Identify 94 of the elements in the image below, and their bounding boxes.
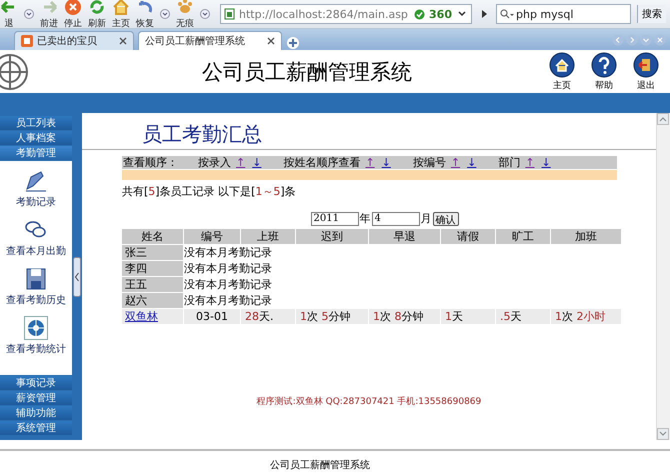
nav-button[interactable]: 停止 — [64, 0, 82, 30]
nav-button[interactable]: 刷新 — [88, 0, 106, 30]
browser-tab[interactable]: 已卖出的宝贝 — [14, 31, 134, 50]
refresh-icon — [88, 0, 106, 16]
sidebar-tool[interactable]: 查看考勤历史 — [6, 267, 66, 307]
header-action[interactable]: 帮助 — [586, 52, 622, 92]
sidebar-tool[interactable]: 考勤记录 — [16, 169, 56, 209]
close-icon[interactable] — [119, 37, 127, 45]
collapse-handle[interactable] — [73, 256, 81, 296]
column-header: 早退 — [369, 229, 440, 244]
pen-icon — [24, 169, 48, 193]
table-cell: 28天. — [241, 309, 295, 324]
year-field[interactable]: 2011 — [310, 212, 358, 226]
column-header: 编号 — [184, 229, 240, 244]
table-cell: 张三 — [122, 245, 183, 260]
new-tab-icon[interactable] — [286, 36, 300, 50]
sort-option-label: 按姓名顺序查看 — [283, 155, 360, 170]
sidebar-item[interactable]: 事项记录 — [0, 376, 72, 390]
table-cell: 赵六 — [122, 293, 183, 308]
confirm-button[interactable]: 确认 — [432, 212, 458, 226]
sidebar-item[interactable]: 人事档案 — [0, 131, 72, 145]
table-cell: 王五 — [122, 277, 183, 292]
record-count: 共有[5]条员工记录 以下是[1～5]条 — [122, 184, 297, 199]
month-field[interactable]: 4 — [372, 212, 420, 226]
brand-label: 360 — [429, 8, 452, 20]
sidebar-tool[interactable]: 查看考勤统计 — [6, 316, 66, 356]
shop-icon — [21, 35, 33, 47]
browser-tab[interactable]: 公司员工薪酬管理系统 — [138, 31, 282, 50]
sort-label: 查看顺序： — [123, 155, 178, 170]
stop-icon — [64, 0, 82, 16]
exit-door-icon — [633, 52, 659, 78]
sort-ascending-link[interactable]: ↑ — [363, 156, 377, 169]
home-icon — [112, 0, 130, 16]
nav-button[interactable]: 退 — [0, 0, 18, 30]
sort-option-label: 按编号 — [412, 155, 446, 170]
home-icon — [549, 52, 575, 78]
sort-descending-link[interactable]: ↓ — [250, 156, 264, 169]
month-label: 月 — [420, 211, 432, 226]
app-title: 公司员工薪酬管理系统 — [201, 58, 412, 86]
sort-ascending-link[interactable]: ↑ — [523, 156, 537, 169]
search-button[interactable]: 搜索 — [637, 5, 666, 23]
emblem-logo — [0, 52, 30, 92]
sidebar-item[interactable]: 考勤管理 — [0, 146, 72, 160]
scroll-down-icon[interactable] — [657, 428, 669, 440]
nav-button[interactable]: 无痕 — [176, 0, 194, 30]
sort-ascending-link[interactable]: ↑ — [448, 156, 462, 169]
nav-button[interactable]: 主页 — [112, 0, 130, 30]
sort-option-label: 按录入 — [198, 155, 231, 170]
table-cell-text: 没有本月考勤记录 — [184, 277, 273, 292]
sort-ascending-link[interactable]: ↑ — [234, 156, 248, 169]
footer-text: 公司员工薪酬管理系统 — [270, 458, 371, 472]
paw-icon — [176, 0, 194, 16]
header-action[interactable]: 主页 — [544, 52, 580, 92]
close-icon[interactable] — [267, 37, 275, 45]
table-cell-text: 没有本月考勤记录 — [184, 293, 273, 308]
scroll-up-icon[interactable] — [657, 113, 669, 125]
page-icon — [224, 8, 235, 20]
search-icon — [499, 8, 515, 20]
table-cell-text: 没有本月考勤记录 — [184, 245, 273, 260]
column-header: 上班 — [241, 229, 295, 244]
column-header: 旷工 — [496, 229, 550, 244]
sidebar-item[interactable]: 员工列表 — [0, 116, 72, 130]
sidebar-item[interactable]: 系统管理 — [0, 421, 72, 435]
page-title: 员工考勤汇总 — [142, 121, 262, 145]
sidebar-item[interactable]: 薪资管理 — [0, 391, 72, 405]
table-cell: 1次 2小时 — [551, 309, 621, 324]
sidebar-item[interactable]: 辅助功能 — [0, 406, 72, 420]
address-bar[interactable]: http://localhost:2864/main.asp 360 — [220, 4, 472, 24]
wheel-icon — [24, 316, 48, 340]
credits-text: 程序测试:双鱼林 QQ:287307421 手机:13558690869 — [256, 396, 482, 408]
column-header: 姓名 — [122, 229, 183, 244]
column-header: 加班 — [551, 229, 621, 244]
search-field[interactable]: php mysql — [496, 4, 631, 24]
table-cell-text: 没有本月考勤记录 — [184, 261, 273, 276]
table-cell: .5天 — [496, 309, 550, 324]
column-header: 请假 — [441, 229, 495, 244]
table-cell: 李四 — [122, 261, 183, 276]
year-label: 年 — [360, 211, 370, 226]
sort-descending-link[interactable]: ↓ — [540, 156, 553, 169]
column-header: 迟到 — [296, 229, 368, 244]
check-icon — [414, 8, 426, 20]
sidebar-tool[interactable]: 查看本月出勤 — [6, 218, 66, 258]
header-action[interactable]: 退出 — [628, 52, 664, 92]
scrollbar[interactable] — [656, 113, 670, 440]
sort-descending-link[interactable]: ↓ — [465, 156, 478, 169]
sort-descending-link[interactable]: ↓ — [380, 156, 393, 169]
sort-option-label: 部门 — [498, 155, 520, 170]
nav-button[interactable]: 恢复 — [136, 0, 154, 30]
nav-button[interactable]: 前进 — [40, 0, 58, 30]
help-icon — [591, 52, 617, 78]
table-cell: 1次 8分钟 — [369, 309, 440, 324]
table-cell: 1天 — [441, 309, 495, 324]
table-cell: 1次 5分钟 — [296, 309, 368, 324]
table-cell: 03-01 — [184, 309, 240, 324]
